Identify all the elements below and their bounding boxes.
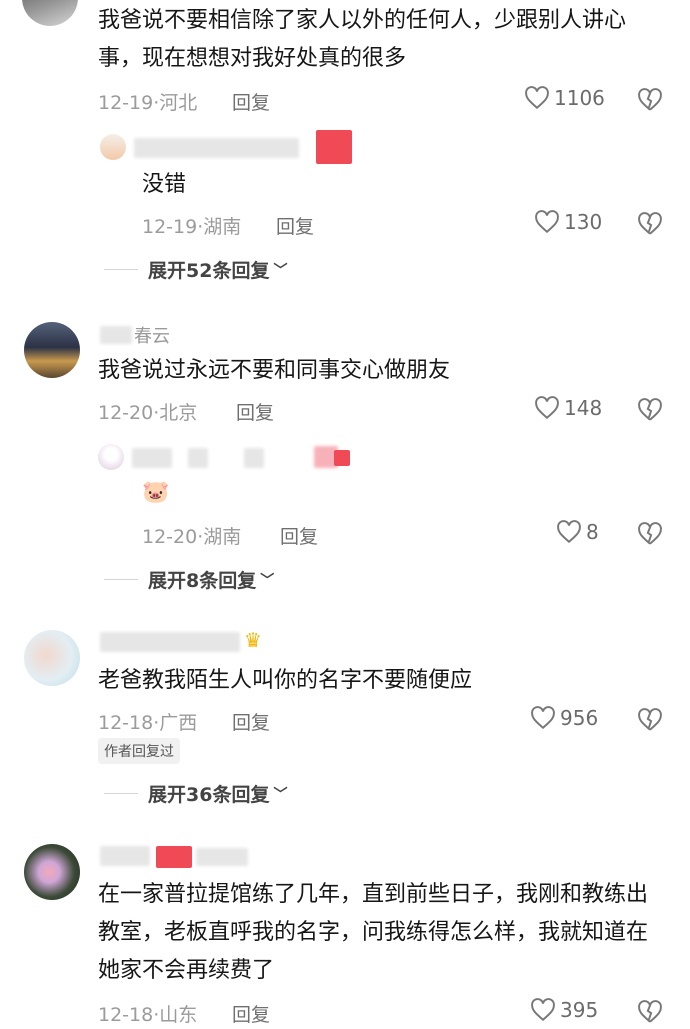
comment-date: 12-20 — [98, 402, 154, 424]
comment-meta: 12-18·广西 — [98, 712, 198, 734]
like-count: 956 — [560, 706, 599, 730]
reply-text: 🐷 — [142, 480, 170, 505]
broken-heart-icon[interactable] — [637, 708, 663, 732]
comment-text: 老爸教我陌生人叫你的名字不要随便应 — [98, 668, 473, 693]
heart-outline-icon — [531, 998, 555, 1022]
chevron-down-icon: ﹀ — [273, 262, 288, 279]
avatar[interactable] — [24, 322, 80, 378]
heart-outline-icon — [557, 520, 581, 544]
reply-button[interactable]: 回复 — [232, 708, 270, 735]
reply-location: 湖南 — [203, 216, 242, 238]
divider — [104, 793, 138, 794]
reply-button[interactable]: 回复 — [280, 522, 318, 549]
crown-icon: ♛ — [244, 628, 262, 652]
comment-text: 在一家普拉提馆练了几年，直到前些日子，我刚和教练出教室，老板直呼我的名字，问我练… — [98, 882, 649, 983]
like-button[interactable]: 395 — [530, 998, 598, 1022]
reply-meta: 12-19·湖南 — [142, 216, 242, 238]
broken-heart-icon[interactable] — [637, 1000, 663, 1024]
heart-outline-icon — [531, 706, 555, 730]
comment-meta: 12-20·北京 — [98, 402, 198, 424]
comment-date: 12-18 — [98, 712, 154, 734]
comment-location: 广西 — [159, 712, 198, 734]
like-count: 130 — [564, 210, 603, 234]
reply-button[interactable]: 回复 — [236, 398, 274, 425]
like-count: 148 — [564, 396, 603, 420]
like-count: 8 — [586, 520, 599, 544]
comment-text: 我爸说不要相信除了家人以外的任何人，少跟别人讲心事，现在想想对我好处真的很多 — [98, 8, 627, 71]
chevron-down-icon: ﹀ — [260, 572, 275, 589]
username-blur — [100, 846, 150, 866]
avatar[interactable] — [24, 844, 80, 900]
expand-label: 展开8条回复 — [148, 570, 257, 592]
avatar[interactable] — [24, 630, 80, 686]
broken-heart-icon[interactable] — [637, 212, 663, 236]
username-blur — [100, 632, 240, 652]
avatar[interactable] — [98, 444, 124, 470]
heart-outline-icon — [535, 210, 559, 234]
reply-button[interactable]: 回复 — [276, 212, 314, 239]
author-replied-badge: 作者回复过 — [98, 738, 180, 764]
username-blur — [100, 326, 132, 344]
comment-text: 我爸说过永远不要和同事交心做朋友 — [98, 358, 451, 383]
comment-location: 北京 — [159, 402, 198, 424]
reply-button[interactable]: 回复 — [232, 1000, 270, 1027]
expand-replies-button[interactable]: 展开52条回复 ﹀ — [104, 256, 287, 283]
reply-button[interactable]: 回复 — [232, 88, 270, 115]
avatar[interactable] — [22, 0, 78, 26]
broken-heart-icon[interactable] — [637, 522, 663, 546]
comment-meta: 12-19·河北 — [98, 92, 198, 114]
username-blur — [188, 448, 208, 468]
comment-date: 12-18 — [98, 1004, 154, 1026]
reply-text: 没错 — [142, 172, 187, 197]
reply-meta: 12-20·湖南 — [142, 526, 242, 548]
like-button[interactable]: 130 — [534, 210, 602, 234]
username-blur — [134, 138, 299, 158]
expand-label: 展开52条回复 — [148, 260, 270, 282]
expand-replies-button[interactable]: 展开36条回复 ﹀ — [104, 780, 287, 807]
comment-location: 河北 — [159, 92, 198, 114]
expand-label: 展开36条回复 — [148, 784, 270, 806]
like-count: 1106 — [554, 86, 605, 110]
reply-date: 12-19 — [142, 216, 198, 238]
avatar[interactable] — [100, 134, 126, 160]
username-blur — [156, 846, 192, 868]
comment-meta: 12-18·山东 — [98, 1004, 198, 1026]
expand-replies-button[interactable]: 展开8条回复 ﹀ — [104, 566, 274, 593]
username-blur — [316, 130, 352, 164]
reply-date: 12-20 — [142, 526, 198, 548]
like-button[interactable]: 956 — [530, 706, 598, 730]
username-blur — [196, 848, 248, 866]
username-blur — [244, 448, 264, 468]
chevron-down-icon: ﹀ — [273, 786, 288, 803]
username-blur — [334, 450, 350, 466]
heart-outline-icon — [525, 86, 549, 110]
like-count: 395 — [560, 998, 599, 1022]
heart-outline-icon — [535, 396, 559, 420]
divider — [104, 579, 138, 580]
divider — [104, 269, 138, 270]
reply-location: 湖南 — [203, 526, 242, 548]
username[interactable]: 春云 — [134, 322, 170, 348]
broken-heart-icon[interactable] — [637, 398, 663, 422]
like-button[interactable]: 8 — [556, 520, 599, 544]
comment-date: 12-19 — [98, 92, 154, 114]
like-button[interactable]: 148 — [534, 396, 602, 420]
like-button[interactable]: 1106 — [524, 86, 605, 110]
comment-location: 山东 — [159, 1004, 198, 1026]
username-blur — [132, 448, 172, 468]
broken-heart-icon[interactable] — [637, 88, 663, 112]
